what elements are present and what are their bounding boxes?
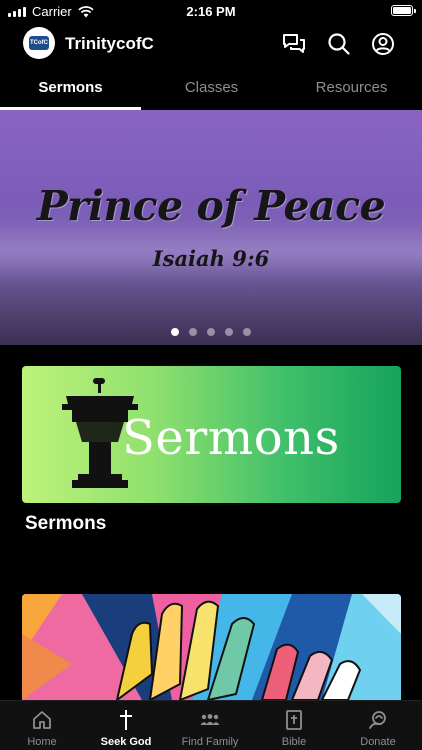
- card-title[interactable]: Sermons: [25, 513, 106, 535]
- status-bar: Carrier 2:16 PM: [0, 0, 422, 22]
- carousel-dot[interactable]: [189, 328, 197, 336]
- hero-title: Prince of Peace: [36, 182, 386, 230]
- bible-icon: [286, 710, 302, 730]
- nav-label: Find Family: [181, 736, 239, 748]
- carousel-dot[interactable]: [225, 328, 233, 336]
- tab-sermons[interactable]: Sermons: [0, 66, 141, 110]
- abstract-hand-artwork: [22, 594, 401, 700]
- tab-classes[interactable]: Classes: [141, 66, 282, 110]
- tab-resources[interactable]: Resources: [281, 66, 422, 110]
- carousel-dot[interactable]: [207, 328, 215, 336]
- carousel-dot[interactable]: [171, 328, 179, 336]
- church-logo[interactable]: TCofC: [23, 27, 55, 59]
- nav-donate[interactable]: Donate: [336, 701, 420, 750]
- hero-carousel[interactable]: Prince of Peace Isaiah 9:6: [0, 110, 422, 345]
- battery-icon: [391, 5, 416, 16]
- people-icon: [200, 714, 220, 725]
- nav-label: Bible: [281, 736, 307, 748]
- artwork-card[interactable]: [22, 594, 401, 700]
- nav-find-family[interactable]: Find Family: [168, 701, 252, 750]
- nav-seek-god[interactable]: Seek God: [84, 701, 168, 750]
- status-time: 2:16 PM: [186, 4, 236, 19]
- search-icon[interactable]: [326, 31, 352, 57]
- nav-label: Home: [27, 736, 57, 748]
- app-title: TrinitycofC: [65, 34, 154, 53]
- app-header: TCofC TrinitycofC: [0, 22, 422, 66]
- tab-bar: Sermons Classes Resources: [0, 66, 422, 110]
- home-icon: [33, 711, 51, 729]
- logo-mark: TCofC: [29, 36, 49, 50]
- carousel-dot[interactable]: [243, 328, 251, 336]
- profile-icon[interactable]: [370, 31, 396, 57]
- chat-icon[interactable]: [281, 31, 307, 57]
- donate-icon: [369, 711, 386, 729]
- nav-home[interactable]: Home: [0, 701, 84, 750]
- carousel-page-indicator: [0, 328, 422, 336]
- sermons-card[interactable]: Sermons: [22, 366, 401, 503]
- cross-icon: [120, 710, 132, 730]
- nav-label: Donate: [360, 736, 396, 748]
- card-art-text: Sermons: [122, 410, 340, 466]
- nav-label: Seek God: [100, 736, 152, 748]
- bottom-tab-bar: Home Seek God Find Family Bible Donate: [0, 700, 422, 750]
- hero-subtitle: Isaiah 9:6: [152, 246, 270, 271]
- nav-bible[interactable]: Bible: [252, 701, 336, 750]
